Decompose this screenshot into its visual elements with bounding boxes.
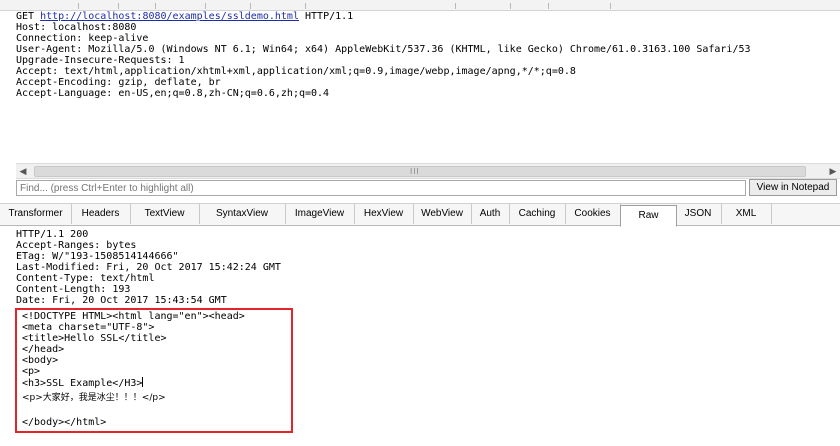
request-header-line: Connection: keep-alive <box>16 33 149 44</box>
tab-transformer[interactable]: Transformer <box>0 204 72 224</box>
view-in-notepad-button[interactable]: View in Notepad <box>749 179 837 196</box>
tab-caching[interactable]: Caching <box>509 204 566 224</box>
tab-json[interactable]: JSON <box>675 204 722 224</box>
scrollbar-thumb[interactable]: III <box>34 166 806 177</box>
tab-xml[interactable]: XML <box>721 204 772 224</box>
scroll-left-arrow-icon[interactable]: ◀ <box>16 164 30 178</box>
tab-webview[interactable]: WebView <box>413 204 472 224</box>
find-input[interactable] <box>16 180 746 196</box>
horizontal-scrollbar[interactable]: ◀ III ▶ <box>16 163 840 179</box>
top-ruler-strip <box>0 0 840 11</box>
tab-syntaxview[interactable]: SyntaxView <box>199 204 286 224</box>
request-line: GET http://localhost:8080/examples/sslde… <box>16 11 840 22</box>
scrollbar-grip-icon: III <box>410 167 420 176</box>
request-header-line: Accept-Language: en-US,en;q=0.8,zh-CN;q=… <box>16 88 330 99</box>
response-header-line: Content-Type: text/html <box>16 273 155 284</box>
response-header-line: Accept-Ranges: bytes <box>16 240 137 251</box>
request-method: GET <box>16 11 35 22</box>
tab-hexview[interactable]: HexView <box>354 204 414 224</box>
request-url-link[interactable]: http://localhost:8080/examples/ssldemo.h… <box>40 11 299 22</box>
response-headers: HTTP/1.1 200 Accept-Ranges: bytes ETag: W/… <box>16 229 281 306</box>
request-header-line: Accept: text/html,application/xhtml+xml,… <box>16 66 576 77</box>
highlight-annotation-box <box>15 308 293 433</box>
ruler-tick <box>455 3 456 9</box>
ruler-tick <box>548 3 549 9</box>
tab-headers[interactable]: Headers <box>71 204 131 224</box>
ruler-tick <box>205 3 206 9</box>
tab-raw[interactable]: Raw <box>620 205 677 227</box>
request-header-line: Accept-Encoding: gzip, deflate, br <box>16 77 221 88</box>
tab-imageview[interactable]: ImageView <box>285 204 355 224</box>
tab-auth[interactable]: Auth <box>471 204 510 224</box>
tab-textview[interactable]: TextView <box>130 204 200 224</box>
ruler-tick <box>610 3 611 9</box>
tab-cookies[interactable]: Cookies <box>565 204 621 224</box>
find-bar: View in Notepad <box>16 179 840 197</box>
ruler-tick <box>118 3 119 9</box>
ruler-tick <box>305 3 306 9</box>
ruler-tick <box>155 3 156 9</box>
request-header-line: User-Agent: Mozilla/5.0 (Windows NT 6.1;… <box>16 44 751 55</box>
ruler-tick <box>78 3 79 9</box>
scroll-right-arrow-icon[interactable]: ▶ <box>826 164 840 178</box>
response-header-line: ETag: W/"193-1508514144666" <box>16 251 179 262</box>
request-raw-view[interactable]: GET http://localhost:8080/examples/sslde… <box>16 11 840 163</box>
response-header-line: Content-Length: 193 <box>16 284 131 295</box>
request-protocol: HTTP/1.1 <box>305 11 354 22</box>
ruler-tick <box>250 3 251 9</box>
response-header-line: Last-Modified: Fri, 20 Oct 2017 15:42:24… <box>16 262 281 273</box>
response-header-line: HTTP/1.1 200 <box>16 229 89 240</box>
response-header-line: Date: Fri, 20 Oct 2017 15:43:54 GMT <box>16 295 227 306</box>
response-inspector-tabs: Transformer Headers TextView SyntaxView Imag… <box>0 203 840 227</box>
request-header-line: Host: localhost:8080 <box>16 22 137 33</box>
ruler-tick <box>510 3 511 9</box>
request-header-line: Upgrade-Insecure-Requests: 1 <box>16 55 185 66</box>
